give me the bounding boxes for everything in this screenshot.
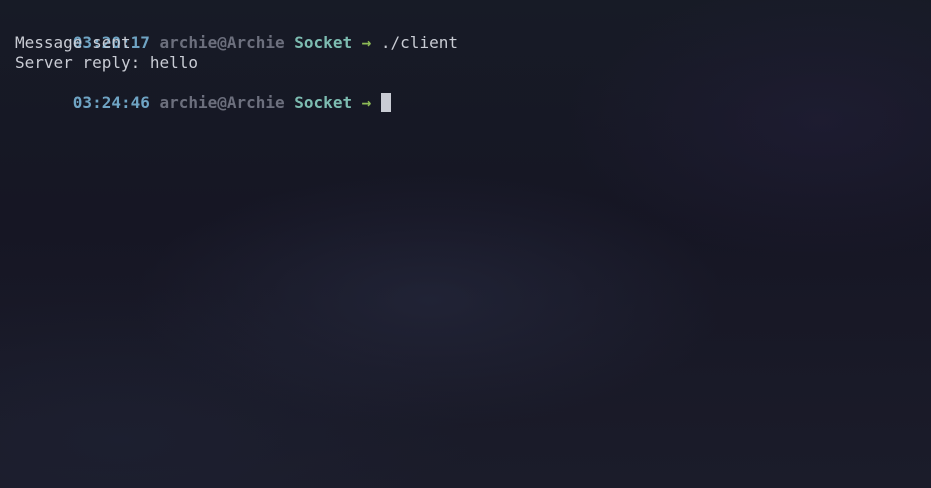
output-line: Server reply: hello	[15, 53, 199, 72]
prompt-directory: Socket	[294, 93, 353, 112]
prompt-user-host: archie@Archie	[159, 93, 285, 112]
prompt-directory: Socket	[294, 33, 353, 52]
prompt-arrow-icon: →	[361, 93, 372, 112]
prompt-line-active[interactable]: 03:24:46 archie@Archie Socket →	[15, 73, 921, 112]
terminal-window[interactable]: 03:20:17 archie@Archie Socket → ./client Mes…	[0, 0, 931, 488]
prompt-line: 03:20:17 archie@Archie Socket → ./client	[15, 13, 921, 52]
cursor-block	[380, 93, 391, 112]
terminal-output: 03:20:17 archie@Archie Socket → ./client Mes…	[15, 13, 921, 112]
prompt-arrow-icon: →	[361, 33, 372, 52]
prompt-user-host: archie@Archie	[159, 33, 285, 52]
command-text: ./client	[380, 33, 458, 52]
prompt-time: 03:24:46	[72, 93, 150, 112]
